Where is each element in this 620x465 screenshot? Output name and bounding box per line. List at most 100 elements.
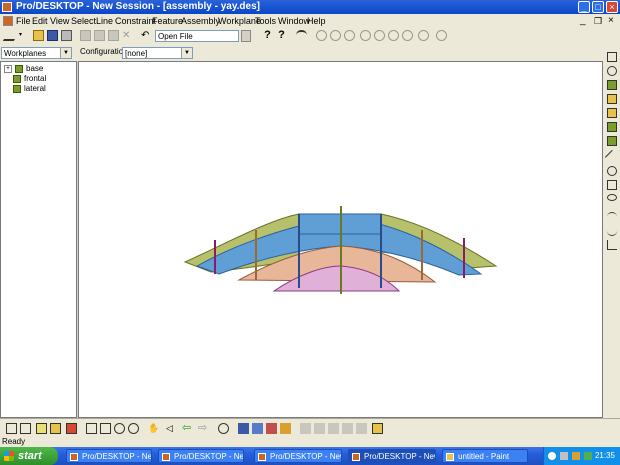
assembly-tool-icon-4[interactable]	[280, 423, 291, 434]
help-tray-icon[interactable]	[548, 452, 556, 460]
clock[interactable]: 21:35	[595, 447, 615, 465]
configuration-dropdown[interactable]: [none] ▼	[122, 47, 193, 59]
zoom-fit-icon[interactable]	[86, 423, 97, 434]
expand-icon[interactable]: +	[4, 64, 12, 73]
view-wireframe-icon[interactable]	[20, 423, 31, 434]
tree-item-base[interactable]: + base	[4, 64, 43, 74]
menu-help[interactable]: Help	[307, 14, 326, 28]
security-tray-icon[interactable]	[584, 452, 592, 460]
app-icon[interactable]	[2, 2, 12, 12]
arc-tool-icon[interactable]	[607, 212, 617, 222]
task-label: Pro/DESKTOP - New ...	[364, 452, 435, 461]
select-parts-icon[interactable]	[607, 94, 617, 104]
menu-tools[interactable]: Tools	[255, 14, 276, 28]
select-workplanes-icon[interactable]	[607, 122, 617, 132]
open-folder-icon[interactable]	[33, 30, 44, 41]
select-constraints-icon[interactable]	[607, 136, 617, 146]
workplanes-dropdown[interactable]: Workplanes ▼	[1, 47, 72, 59]
open-file-combo[interactable]: Open File	[155, 30, 239, 42]
tree-item-lateral[interactable]: lateral	[13, 84, 46, 94]
copy-icon[interactable]	[94, 30, 105, 41]
taskbar: start Pro/DESKTOP - New ... Pro/DESKTOP …	[0, 447, 620, 465]
view-render-icon[interactable]	[66, 423, 77, 434]
chevron-down-icon[interactable]: ▼	[60, 48, 71, 58]
rectangle-tool-icon[interactable]	[607, 180, 617, 190]
tree-item-frontal[interactable]: frontal	[13, 74, 46, 84]
view-shaded-icon[interactable]	[36, 423, 47, 434]
prodesktop-icon	[162, 453, 170, 461]
ellipse-tool-icon[interactable]	[607, 194, 617, 201]
arc-tool-icon[interactable]	[296, 30, 307, 41]
network-tray-icon[interactable]	[560, 452, 568, 460]
menu-constraint[interactable]: Constraint	[115, 14, 156, 28]
select-components-icon[interactable]	[607, 108, 617, 118]
save-icon[interactable]	[47, 30, 58, 41]
print-icon[interactable]	[61, 30, 72, 41]
disabled-tool-icon-7	[402, 30, 413, 41]
zoom-in-icon[interactable]	[114, 423, 125, 434]
disabled-tool-icon-e	[356, 423, 367, 434]
delete-icon[interactable]: ✕	[122, 30, 133, 41]
menu-file[interactable]: File	[16, 14, 31, 28]
zoom-window-icon[interactable]	[100, 423, 111, 434]
properties-icon[interactable]	[372, 423, 383, 434]
menu-select[interactable]: Select	[71, 14, 96, 28]
pan-icon[interactable]: ✋	[148, 423, 159, 434]
sketch-tool-icon[interactable]	[607, 240, 617, 250]
menu-assembly[interactable]: Assembly	[181, 14, 220, 28]
open-file-dropdown-button[interactable]	[241, 30, 251, 42]
menu-feature[interactable]: Feature	[152, 14, 183, 28]
task-label: Pro/DESKTOP - New ...	[174, 452, 244, 461]
doc-minimize-button[interactable]: _	[580, 14, 586, 28]
assembly-tool-icon-2[interactable]	[252, 423, 263, 434]
view-toolbar: ✋ ◁ ⇦ ⇨	[0, 418, 620, 437]
disabled-tool-icon-4	[360, 30, 371, 41]
disabled-tool-icon-8	[418, 30, 429, 41]
doc-close-button[interactable]: ×	[608, 14, 614, 28]
pencil-dropdown-icon[interactable]: ▾	[19, 30, 30, 41]
menu-line[interactable]: Line	[96, 14, 113, 28]
view-iso-icon[interactable]	[6, 423, 17, 434]
taskbar-item-prodesktop-4[interactable]: Pro/DESKTOP - New ...	[348, 449, 436, 463]
select-faces-icon[interactable]	[607, 80, 617, 90]
taskbar-item-prodesktop-2[interactable]: Pro/DESKTOP - New ...	[158, 449, 244, 463]
taskbar-item-prodesktop-1[interactable]: Pro/DESKTOP - New ...	[66, 449, 152, 463]
taskbar-item-prodesktop-3[interactable]: Pro/DESKTOP - New ...	[254, 449, 342, 463]
undo-icon[interactable]: ↶	[141, 30, 152, 41]
previous-view-icon[interactable]: ⇦	[182, 423, 193, 434]
select-tool-icon[interactable]	[607, 52, 617, 62]
doc-restore-button[interactable]: ❐	[594, 14, 602, 28]
disabled-tool-icon-3	[344, 30, 355, 41]
zoom-out-icon[interactable]	[128, 423, 139, 434]
start-button[interactable]: start	[0, 447, 58, 465]
paste-icon[interactable]	[108, 30, 119, 41]
cut-icon[interactable]	[80, 30, 91, 41]
chevron-down-icon[interactable]: ▼	[181, 48, 192, 58]
taskbar-item-paint[interactable]: untitled - Paint	[442, 449, 528, 463]
paint-icon	[446, 453, 454, 461]
menu-view[interactable]: View	[50, 14, 69, 28]
look-icon[interactable]: ◁	[166, 423, 177, 434]
volume-tray-icon[interactable]	[572, 452, 580, 460]
task-label: Pro/DESKTOP - New ...	[82, 452, 152, 461]
context-help-icon[interactable]: ?	[276, 30, 287, 41]
disabled-tool-icon-1	[316, 30, 327, 41]
line-tool-icon[interactable]	[604, 149, 620, 165]
assembly-tool-icon-1[interactable]	[238, 423, 249, 434]
assembly-tool-icon-3[interactable]	[266, 423, 277, 434]
document-icon[interactable]	[3, 16, 13, 26]
menu-edit[interactable]: Edit	[32, 14, 48, 28]
maximize-button[interactable]: □	[592, 1, 604, 13]
close-button[interactable]: ×	[606, 1, 618, 13]
help-question-icon[interactable]: ?	[262, 30, 273, 41]
select-edges-icon[interactable]	[607, 66, 617, 76]
minimize-button[interactable]: _	[578, 1, 590, 13]
view-shaded-edges-icon[interactable]	[50, 423, 61, 434]
menu-window[interactable]: Window	[278, 14, 310, 28]
circle-tool-icon[interactable]	[607, 166, 617, 176]
spline-tool-icon[interactable]	[607, 226, 617, 236]
smiley-icon[interactable]	[218, 423, 229, 434]
design-canvas[interactable]	[78, 61, 603, 418]
next-view-icon[interactable]: ⇨	[198, 423, 209, 434]
sketch-pencil-icon[interactable]	[2, 30, 21, 41]
